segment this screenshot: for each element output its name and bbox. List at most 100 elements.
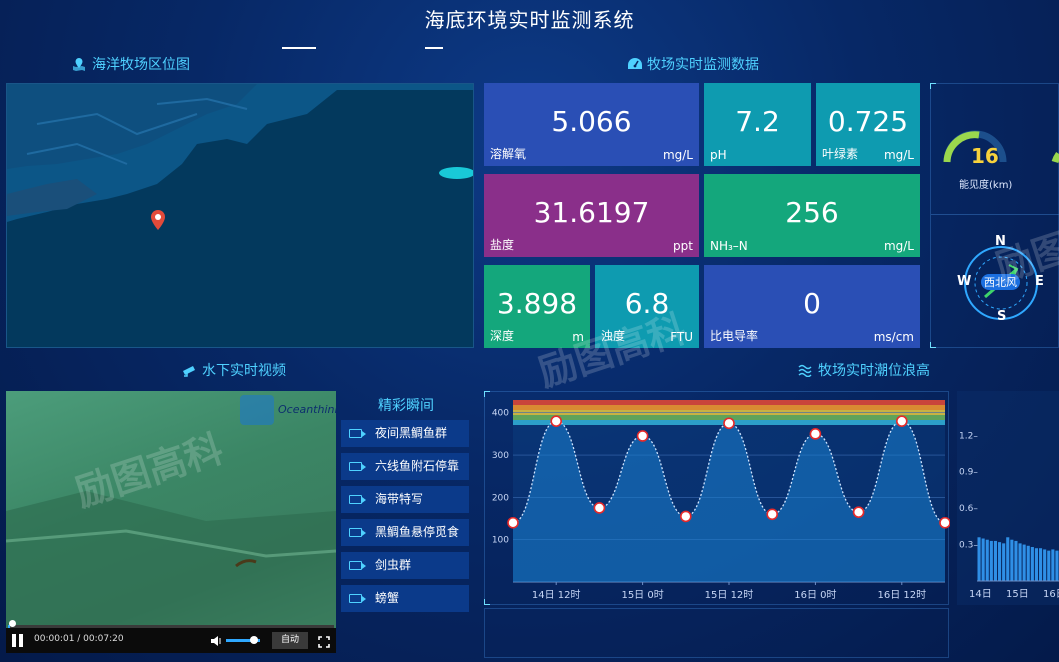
wave-bar <box>1051 549 1055 581</box>
wave-bar <box>998 542 1002 581</box>
compass-east: E <box>1035 274 1044 289</box>
compass-west: W <box>957 274 972 289</box>
metric-value: 7.2 <box>735 105 780 138</box>
metric-label: 深度 <box>490 329 515 343</box>
wind-direction-label: 西北风 <box>981 274 1020 290</box>
tide-chart-panel: 100 200 300 400 14日 12时 15日 0时 15日 12时 16日 0时 16… <box>484 391 951 605</box>
map-section-title: 海洋牧场区位图 <box>72 55 190 75</box>
tide-section-title: 牧场实时潮位浪高 <box>798 361 930 381</box>
highlights-title: 精彩瞬间 <box>378 398 434 414</box>
wave-bar <box>1043 549 1047 581</box>
tide-point <box>636 430 649 442</box>
fullscreen-icon[interactable] <box>318 633 330 652</box>
location-pin-icon[interactable] <box>150 210 166 234</box>
metric-value: 6.8 <box>624 287 670 320</box>
wave-bar <box>1014 540 1018 581</box>
visibility-value: 16 <box>971 144 999 168</box>
metric-value: 0.725 <box>827 105 909 138</box>
video-section-label: 水下实时视频 <box>202 363 286 379</box>
wave-bar <box>1002 543 1006 581</box>
metric-tile: 256 NH₃–N mg/L <box>704 174 920 257</box>
underwater-video-player[interactable]: Oceanthink <box>6 391 336 653</box>
video-time: 00:00:01 / 00:07:20 <box>34 634 124 644</box>
compass-north: N <box>995 234 1006 249</box>
y-tick-label: 300 <box>492 451 509 461</box>
metric-label: NH₃–N <box>710 239 748 253</box>
title-underline-right <box>425 47 443 49</box>
metric-tile: 6.8 浊度 FTU <box>595 265 699 348</box>
metric-tile: 31.6197 盐度 ppt <box>484 174 699 257</box>
x-tick-label: 14日 12时 <box>532 589 581 601</box>
highlight-item[interactable]: 海带特写 <box>341 486 469 513</box>
metric-value: 5.066 <box>551 105 632 138</box>
metric-value: 3.898 <box>496 287 578 320</box>
location-map[interactable] <box>6 83 474 348</box>
video-camera-icon <box>349 561 366 570</box>
y-tick-label: 200 <box>492 493 509 503</box>
pause-icon[interactable] <box>12 634 16 647</box>
wave-bar <box>1018 543 1022 581</box>
wave-bar <box>977 537 981 581</box>
monitor-section-title: 牧场实时监测数据 <box>627 55 759 75</box>
tide-point <box>550 415 562 427</box>
bar-x-tick-label: 14日 <box>969 589 992 600</box>
highlight-item[interactable]: 螃蟹 <box>341 585 469 612</box>
metric-label: 浊度 <box>601 329 626 343</box>
metric-label: 溶解氧 <box>490 147 527 161</box>
wave-bar <box>1030 547 1034 581</box>
wave-bar <box>989 540 993 581</box>
tide-point <box>766 508 779 521</box>
metric-unit: mg/L <box>662 148 693 162</box>
metric-unit: ppt <box>673 239 693 253</box>
highlight-label: 螃蟹 <box>375 591 400 605</box>
tide-point <box>723 417 735 430</box>
wave-bar <box>981 538 985 581</box>
highlight-item[interactable]: 黑鲷鱼悬停觅食 <box>341 519 469 546</box>
wave-bar <box>1047 550 1051 581</box>
video-camera-icon <box>349 495 366 504</box>
highlight-item[interactable]: 六线鱼附石停靠 <box>341 453 469 480</box>
video-frame <box>6 491 336 653</box>
bar-y-tick-label: 0.3– <box>959 541 978 551</box>
bottom-panel <box>484 608 949 658</box>
metric-unit: mg/L <box>883 239 914 253</box>
tide-chart: 100 200 300 400 14日 12时 15日 0时 15日 12时 16日 0时 16… <box>492 400 951 601</box>
video-controls: 00:00:01 / 00:07:20 自动 <box>6 628 336 653</box>
video-logo-icon <box>240 395 274 425</box>
visibility-gauge <box>939 114 1059 178</box>
x-tick-label: 15日 0时 <box>621 589 663 601</box>
tide-section-label: 牧场实时潮位浪高 <box>818 363 930 379</box>
map-section-label: 海洋牧场区位图 <box>92 57 190 73</box>
quality-button[interactable]: 自动 <box>272 632 308 649</box>
threshold-band <box>513 405 945 410</box>
wave-icon <box>798 363 812 378</box>
video-camera-icon <box>349 462 366 471</box>
metric-label: 盐度 <box>490 238 515 252</box>
highlight-item[interactable]: 夜间黑鲷鱼群 <box>341 420 469 447</box>
wave-height-panel: 0.3– 0.6– 0.9– 1.2– 14日 15日 16日 <box>957 391 1059 605</box>
metric-unit: m <box>572 330 584 344</box>
video-progress-handle[interactable] <box>9 620 16 627</box>
metric-unit: FTU <box>670 330 693 344</box>
tide-point <box>852 506 865 518</box>
volume-handle[interactable] <box>250 636 258 644</box>
tide-point <box>939 516 951 529</box>
tide-point <box>680 510 692 523</box>
wave-bar <box>1026 545 1030 581</box>
map-coastline <box>7 84 473 222</box>
volume-icon[interactable] <box>210 633 222 652</box>
metric-tile: 0 比电导率 ms/cm <box>704 265 920 348</box>
video-camera-icon <box>349 429 366 438</box>
title-underline-left <box>282 47 316 49</box>
compass-south: S <box>997 309 1007 324</box>
y-tick-label: 400 <box>492 409 509 419</box>
tide-point <box>593 502 606 514</box>
speedometer-icon <box>627 57 642 71</box>
highlight-label: 海带特写 <box>375 492 424 506</box>
metric-label: 比电导率 <box>710 329 759 343</box>
metric-unit: mg/L <box>883 148 914 162</box>
video-camera-icon <box>349 594 366 603</box>
metric-tile: 5.066 溶解氧 mg/L <box>484 83 699 166</box>
highlight-item[interactable]: 剑虫群 <box>341 552 469 579</box>
tide-point <box>895 415 908 427</box>
